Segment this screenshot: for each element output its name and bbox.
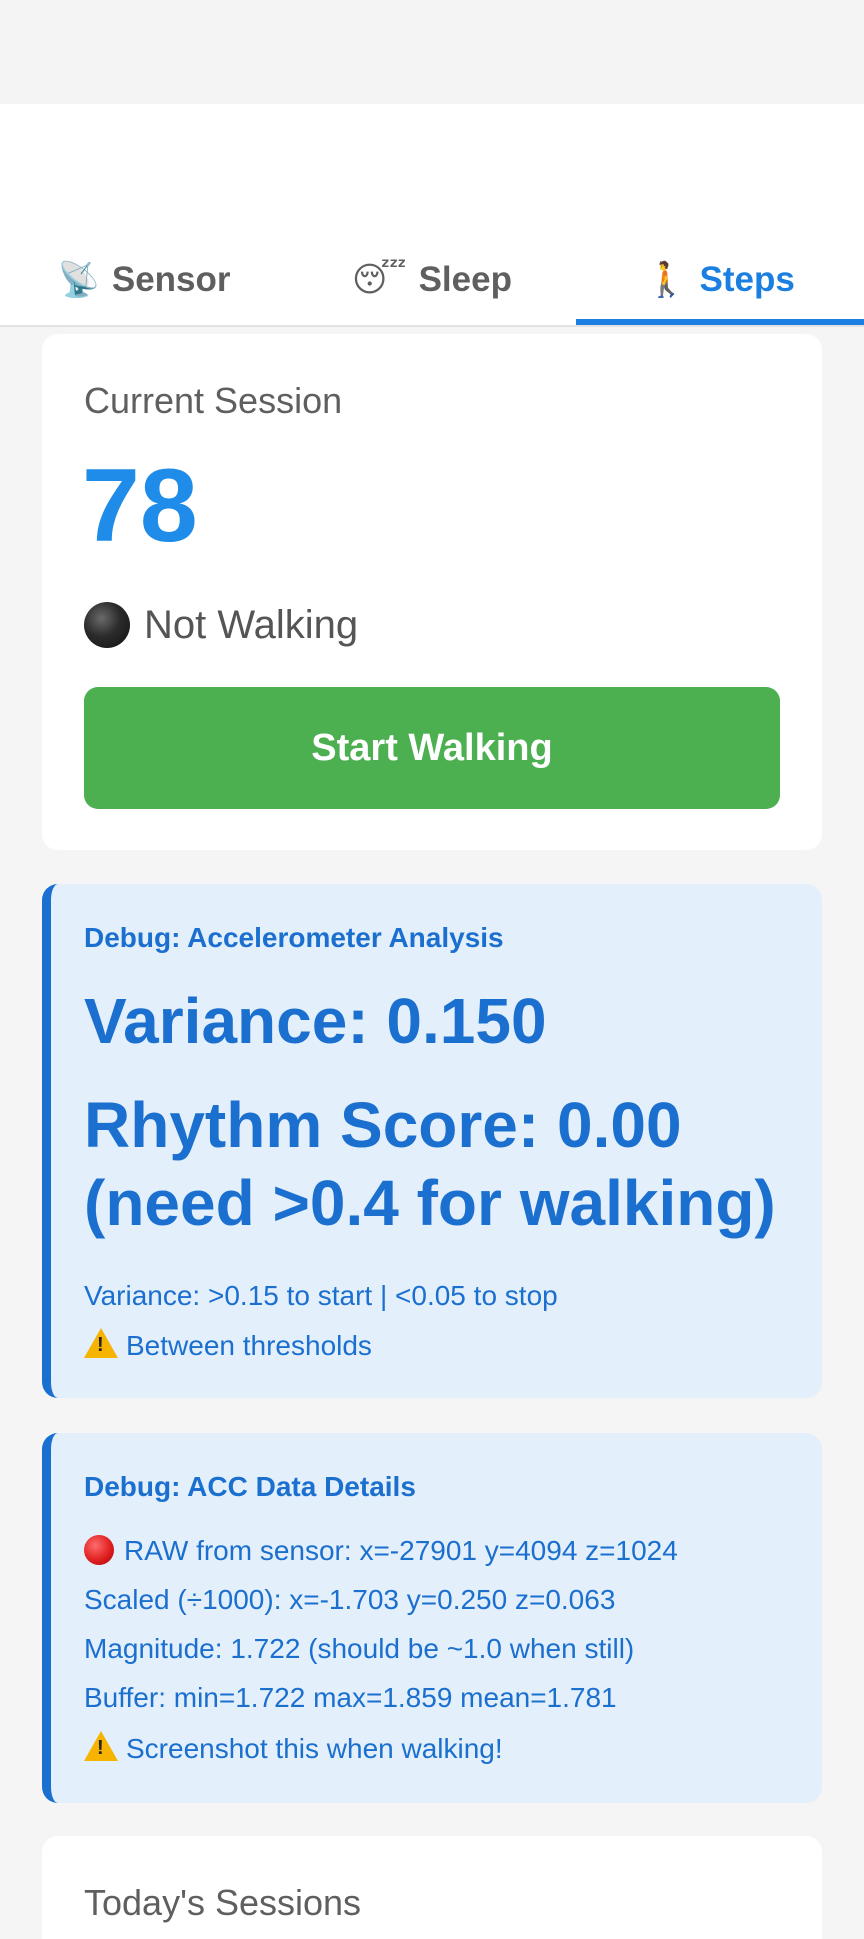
tab-sensor[interactable]: 📡 Sensor xyxy=(0,230,288,330)
step-count: 78 xyxy=(82,448,198,564)
start-walking-button[interactable]: Start Walking xyxy=(84,687,780,809)
magnitude-value: Magnitude: 1.722 (should be ~1.0 when st… xyxy=(84,1633,635,1664)
status-bar xyxy=(0,0,864,104)
warning-icon xyxy=(84,1328,118,1358)
tab-sleep-label: Sleep xyxy=(418,260,512,299)
raw-sensor-line: RAW from sensor: x=-27901 y=4094 z=1024 xyxy=(84,1535,678,1567)
raw-sensor-text: RAW from sensor: x=-27901 y=4094 z=1024 xyxy=(124,1535,678,1566)
walking-status: Not Walking xyxy=(84,602,358,648)
walking-status-label: Not Walking xyxy=(144,602,359,647)
session-title: Current Session xyxy=(84,380,343,421)
rhythm-score: Rhythm Score: 0.00 (need >0.4 for walkin… xyxy=(84,1089,776,1240)
screenshot-warning: Screenshot this when walking! xyxy=(84,1731,503,1765)
variance-thresholds: Variance: >0.15 to start | <0.05 to stop xyxy=(84,1280,558,1311)
active-tab-indicator xyxy=(576,319,864,325)
scaled-values: Scaled (÷1000): x=-1.703 y=0.250 z=0.063 xyxy=(84,1584,616,1615)
tab-steps[interactable]: 🚶 Steps xyxy=(576,230,864,330)
tab-sleep[interactable]: 😴 Sleep xyxy=(288,230,576,330)
buffer-stats: Buffer: min=1.722 max=1.859 mean=1.781 xyxy=(84,1682,617,1713)
sleeping-face-icon: 😴 xyxy=(352,260,407,300)
todays-sessions-card: Today's Sessions xyxy=(42,1836,822,1939)
black-circle-icon xyxy=(84,602,130,648)
todays-sessions-title: Today's Sessions xyxy=(84,1882,362,1923)
tab-steps-label: Steps xyxy=(699,260,795,299)
red-circle-icon xyxy=(84,1535,114,1565)
satellite-antenna-icon: 📡 xyxy=(57,260,100,300)
screenshot-warning-text: Screenshot this when walking! xyxy=(126,1733,503,1764)
variance-value: Variance: 0.150 xyxy=(84,985,547,1057)
threshold-warning: Between thresholds xyxy=(84,1328,372,1362)
acc-data-debug-heading: Debug: ACC Data Details xyxy=(84,1471,416,1502)
current-session-card: Current Session 78 Not Walking Start Wal… xyxy=(42,334,822,850)
acc-data-debug-card: Debug: ACC Data Details RAW from sensor:… xyxy=(42,1433,822,1803)
accelerometer-debug-card: Debug: Accelerometer Analysis Variance: … xyxy=(42,884,822,1398)
tab-sensor-label: Sensor xyxy=(111,260,231,299)
accelerometer-debug-heading: Debug: Accelerometer Analysis xyxy=(84,922,504,953)
threshold-warning-text: Between thresholds xyxy=(126,1330,372,1361)
warning-icon xyxy=(84,1731,118,1761)
person-walking-icon: 🚶 xyxy=(645,260,688,300)
